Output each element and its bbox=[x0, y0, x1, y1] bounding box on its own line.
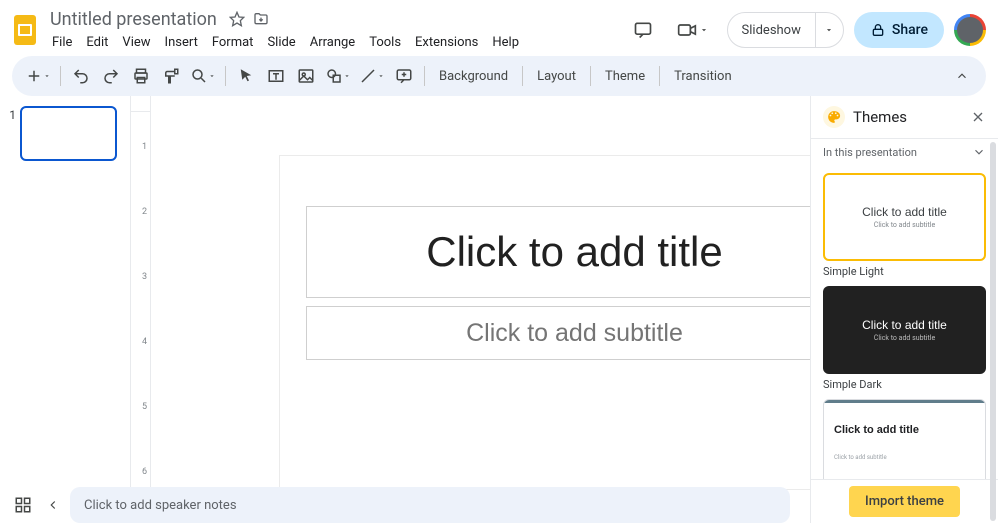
toolbar-wrapper: Background Layout Theme Transition bbox=[0, 56, 998, 96]
menu-insert[interactable]: Insert bbox=[159, 32, 204, 53]
subtitle-placeholder-box[interactable]: Click to add subtitle bbox=[306, 306, 844, 360]
menu-slide[interactable]: Slide bbox=[261, 32, 301, 53]
in-presentation-label: In this presentation bbox=[823, 146, 917, 159]
theme-button[interactable]: Theme bbox=[597, 62, 653, 90]
present-camera-button[interactable] bbox=[669, 16, 717, 44]
theme-preview-simple-dark[interactable]: Click to add title Click to add subtitle bbox=[823, 286, 986, 374]
background-button[interactable]: Background bbox=[431, 62, 516, 90]
collapse-toolbar-icon[interactable] bbox=[948, 62, 976, 90]
bottom-left bbox=[8, 496, 60, 514]
slide-thumb-wrap: 1 bbox=[4, 106, 126, 161]
menu-edit[interactable]: Edit bbox=[80, 32, 114, 53]
share-label: Share bbox=[892, 22, 928, 38]
lock-icon bbox=[870, 22, 886, 38]
menu-arrange[interactable]: Arrange bbox=[304, 32, 361, 53]
menu-file[interactable]: File bbox=[46, 32, 78, 53]
theme-name: Simple Dark bbox=[823, 378, 986, 391]
slide-number: 1 bbox=[4, 108, 16, 161]
menu-format[interactable]: Format bbox=[206, 32, 260, 53]
main: 1 123456789 123456 Click to add title Cl… bbox=[0, 96, 998, 523]
menu-bar: File Edit View Insert Format Slide Arran… bbox=[46, 32, 627, 53]
move-to-folder-icon[interactable] bbox=[253, 11, 269, 27]
menu-tools[interactable]: Tools bbox=[363, 32, 407, 53]
star-icon[interactable] bbox=[229, 11, 245, 27]
transition-button[interactable]: Transition bbox=[666, 62, 740, 90]
previous-slide-icon[interactable] bbox=[46, 498, 60, 512]
comment-history-icon[interactable] bbox=[627, 14, 659, 46]
new-slide-button[interactable] bbox=[22, 62, 54, 90]
menu-view[interactable]: View bbox=[116, 32, 156, 53]
ruler-tick: 6 bbox=[142, 467, 147, 477]
paint-format-button[interactable] bbox=[157, 62, 185, 90]
in-this-presentation-toggle[interactable]: In this presentation bbox=[811, 138, 998, 165]
toolbar: Background Layout Theme Transition bbox=[12, 56, 986, 96]
title-placeholder-box[interactable]: Click to add title bbox=[306, 206, 844, 298]
vertical-ruler[interactable]: 1 2 3 4 5 6 bbox=[131, 112, 151, 523]
select-tool-button[interactable] bbox=[232, 62, 260, 90]
insert-comment-button[interactable] bbox=[390, 62, 418, 90]
themes-header: Themes bbox=[811, 96, 998, 138]
themes-panel: Themes In this presentation Click to add… bbox=[810, 96, 998, 523]
close-icon[interactable] bbox=[970, 109, 986, 125]
chevron-down-icon bbox=[972, 145, 986, 159]
theme-card: Click to add title Click to add subtitle… bbox=[823, 173, 986, 278]
ruler-tick: 5 bbox=[142, 402, 147, 412]
slideshow-split-button: Slideshow bbox=[727, 12, 844, 48]
title-area: Untitled presentation File Edit View Ins… bbox=[46, 8, 627, 53]
title-row: Untitled presentation bbox=[46, 8, 627, 31]
panel-scrollbar[interactable] bbox=[990, 142, 996, 521]
themes-icon bbox=[823, 106, 845, 128]
ruler-tick: 4 bbox=[142, 337, 147, 347]
theme-list[interactable]: Click to add title Click to add subtitle… bbox=[811, 165, 998, 523]
zoom-button[interactable] bbox=[187, 62, 219, 90]
menu-extensions[interactable]: Extensions bbox=[409, 32, 484, 53]
slide-paper[interactable]: Click to add title Click to add subtitle bbox=[280, 156, 870, 489]
ruler-tick: 3 bbox=[142, 272, 147, 282]
filmstrip[interactable]: 1 bbox=[0, 96, 130, 523]
account-avatar[interactable] bbox=[954, 14, 986, 46]
print-button[interactable] bbox=[127, 62, 155, 90]
theme-card: Click to add title Click to add subtitle… bbox=[823, 286, 986, 391]
speaker-notes-input[interactable]: Click to add speaker notes bbox=[70, 487, 790, 523]
grid-view-icon[interactable] bbox=[14, 496, 32, 514]
theme-preview-simple-light[interactable]: Click to add title Click to add subtitle bbox=[823, 173, 986, 261]
slide-thumbnail[interactable] bbox=[20, 106, 117, 161]
ruler-tick: 2 bbox=[142, 207, 147, 217]
slides-logo[interactable] bbox=[12, 13, 38, 47]
title-placeholder-text: Click to add title bbox=[426, 228, 722, 276]
header-right: Slideshow Share bbox=[627, 12, 986, 48]
theme-preview-streamline[interactable]: Click to add title Click to add subtitle bbox=[823, 399, 986, 487]
document-title[interactable]: Untitled presentation bbox=[46, 8, 221, 31]
text-box-button[interactable] bbox=[262, 62, 290, 90]
bottom-bar: Click to add speaker notes bbox=[0, 483, 998, 527]
undo-button[interactable] bbox=[67, 62, 95, 90]
ruler-tick: 1 bbox=[142, 142, 147, 152]
share-button[interactable]: Share bbox=[854, 12, 944, 48]
slideshow-dropdown[interactable] bbox=[815, 13, 843, 47]
insert-shape-button[interactable] bbox=[322, 62, 354, 90]
speaker-notes-placeholder: Click to add speaker notes bbox=[84, 498, 237, 513]
header: Untitled presentation File Edit View Ins… bbox=[0, 0, 998, 56]
subtitle-placeholder-text: Click to add subtitle bbox=[466, 319, 683, 348]
themes-title: Themes bbox=[853, 108, 962, 126]
insert-line-button[interactable] bbox=[356, 62, 388, 90]
layout-button[interactable]: Layout bbox=[529, 62, 584, 90]
slideshow-button[interactable]: Slideshow bbox=[728, 13, 815, 47]
insert-image-button[interactable] bbox=[292, 62, 320, 90]
theme-name: Simple Light bbox=[823, 265, 986, 278]
menu-help[interactable]: Help bbox=[486, 32, 525, 53]
redo-button[interactable] bbox=[97, 62, 125, 90]
